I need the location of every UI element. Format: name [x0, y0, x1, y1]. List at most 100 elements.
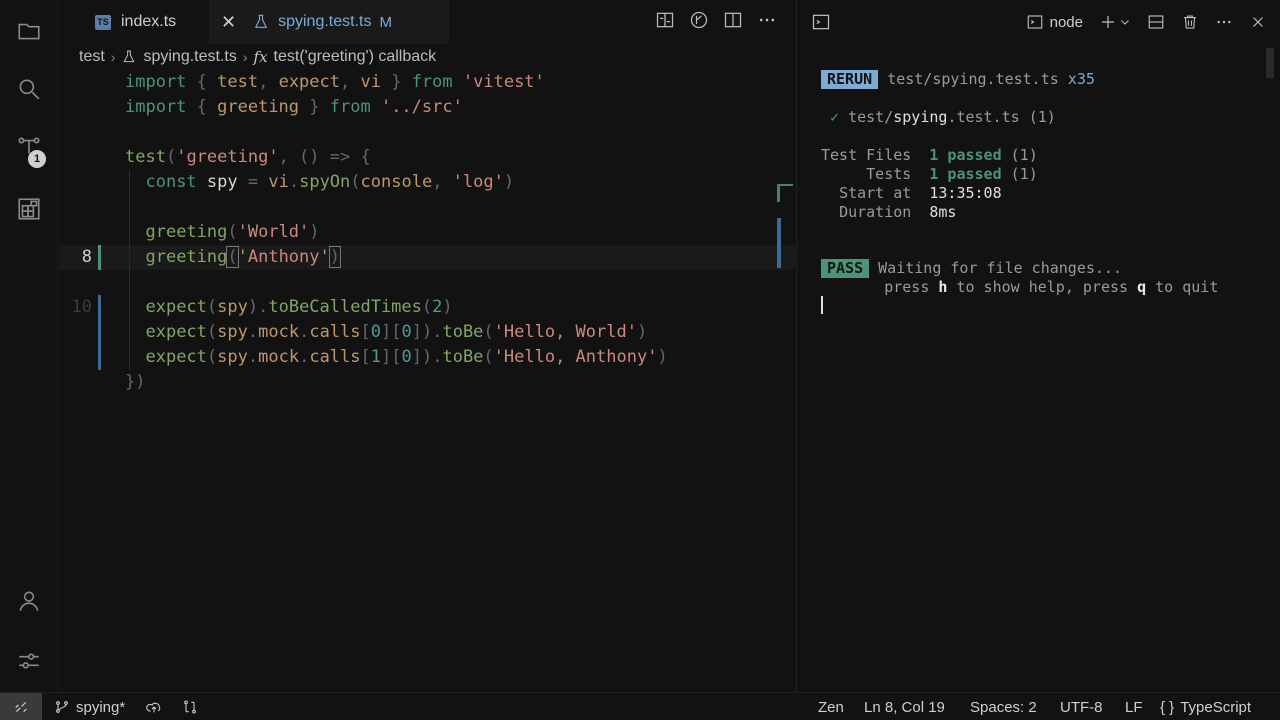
code-token: ): [309, 222, 320, 242]
code-text: import { greeting } from '../src': [125, 95, 463, 120]
terminal-profile[interactable]: node: [1026, 13, 1083, 31]
editor-actions: [655, 10, 777, 30]
code-token: 0: [370, 322, 382, 342]
compare-changes-icon[interactable]: [655, 10, 675, 30]
zen-mode-item[interactable]: Zen: [818, 693, 844, 720]
code-line[interactable]: import { greeting } from '../src': [59, 95, 795, 120]
code-token: [: [360, 347, 371, 367]
trash-icon[interactable]: [1181, 13, 1199, 31]
search-icon[interactable]: [14, 74, 44, 104]
code-text: expect(spy.mock.calls[1][0]).toBe('Hello…: [125, 345, 667, 370]
chevron-right-icon: ›: [110, 49, 116, 65]
code-line[interactable]: 8 greeting('Anthony'): [59, 245, 795, 270]
tab-label: spying.test.ts: [278, 13, 372, 30]
breadcrumb-folder[interactable]: test: [79, 48, 105, 66]
git-change-marker[interactable]: [98, 345, 101, 370]
pass-line: PASS Waiting for file changes...: [821, 259, 1122, 278]
git-change-marker[interactable]: [98, 245, 101, 270]
code-token: greeting: [145, 222, 228, 242]
code-token: .: [247, 347, 259, 367]
code-line[interactable]: [59, 120, 795, 145]
code-token: greeting: [145, 247, 228, 267]
code-line[interactable]: import { test, expect, vi } from 'vitest…: [59, 70, 795, 95]
chevron-right-icon: ›: [242, 49, 248, 65]
code-line[interactable]: expect(spy.mock.calls[1][0]).toBe('Hello…: [59, 345, 795, 370]
indentation[interactable]: Spaces: 2: [970, 693, 1037, 720]
cursor-position[interactable]: Ln 8, Col 19: [864, 693, 945, 720]
more-actions-icon[interactable]: [1215, 13, 1233, 31]
code-token: .: [247, 322, 259, 342]
code-token: }): [125, 372, 146, 392]
code-token: ]).: [411, 347, 443, 367]
code-token: 'World': [237, 222, 310, 242]
code-token: console: [360, 172, 433, 192]
tab-index-ts[interactable]: TS index.ts: [95, 0, 176, 44]
code-token: ): [636, 322, 648, 342]
code-token: spy: [217, 347, 248, 367]
code-line[interactable]: [59, 270, 795, 295]
git-compare-icon: [184, 700, 196, 714]
split-terminal-icon[interactable]: [1147, 13, 1165, 31]
explorer-icon[interactable]: [14, 16, 44, 46]
terminal-icon[interactable]: [811, 12, 831, 32]
code-line[interactable]: }): [59, 370, 795, 395]
split-editor-icon[interactable]: [723, 10, 743, 30]
breadcrumb: test › spying.test.ts › fx test('greetin…: [79, 48, 436, 66]
code-line[interactable]: test('greeting', () => {: [59, 145, 795, 170]
code-text: test('greeting', () => {: [125, 145, 371, 170]
branch-indicator[interactable]: spying*: [54, 693, 125, 720]
typescript-file-icon: TS: [95, 14, 111, 30]
indent-guide: [129, 170, 130, 370]
settings-icon[interactable]: [14, 646, 44, 676]
language-mode[interactable]: { } TypeScript: [1160, 693, 1251, 720]
git-change-marker[interactable]: [98, 320, 101, 345]
summary-tests: Tests 1 passed (1): [866, 165, 1038, 183]
git-change-marker[interactable]: [98, 295, 101, 320]
breadcrumb-symbol[interactable]: test('greeting') callback: [274, 48, 437, 66]
end-of-line[interactable]: LF: [1125, 693, 1143, 720]
close-icon[interactable]: [1249, 13, 1267, 31]
more-actions-icon[interactable]: [757, 10, 777, 30]
code-token: import: [125, 72, 187, 92]
new-terminal-button[interactable]: [1099, 13, 1131, 31]
code-token: calls: [309, 347, 361, 367]
code-token: vi: [268, 172, 289, 192]
check-icon: ✓: [830, 108, 840, 126]
code-token: import: [125, 97, 187, 117]
code-token: ]).: [411, 322, 443, 342]
sync-button[interactable]: [146, 693, 162, 720]
pass-tag: PASS: [821, 259, 870, 278]
close-icon[interactable]: ✕: [221, 12, 236, 33]
function-icon: fx: [253, 48, 268, 66]
line-number: 8: [81, 247, 92, 267]
code-token: 'vitest': [462, 72, 545, 92]
code-token: 'Hello, World': [493, 322, 637, 342]
tab-spying-test-ts[interactable]: ✕ spying.test.ts M: [209, 0, 449, 44]
code-token: (: [206, 322, 218, 342]
breadcrumb-file[interactable]: spying.test.ts: [143, 48, 236, 66]
code-token: toBeCalledTimes: [268, 297, 422, 317]
code-line[interactable]: const spy = vi.spyOn(console, 'log'): [59, 170, 795, 195]
code-line[interactable]: 10 expect(spy).toBeCalledTimes(2): [59, 295, 795, 320]
code-token: ][: [381, 347, 402, 367]
git-compare-button[interactable]: [182, 693, 198, 720]
terminal-scrollbar[interactable]: [1266, 48, 1274, 78]
code-line[interactable]: [59, 195, 795, 220]
account-icon[interactable]: [14, 586, 44, 616]
summary-start: Start at 13:35:08: [839, 184, 1002, 202]
code-token: (: [226, 246, 239, 268]
terminal-panel: node RERUN test/spying.test.ts x35 ✓ tes…: [796, 0, 1280, 692]
git-graph-icon[interactable]: [689, 10, 709, 30]
code-token: 1: [370, 347, 382, 367]
encoding[interactable]: UTF-8: [1060, 693, 1103, 720]
code-line[interactable]: greeting('World'): [59, 220, 795, 245]
remote-indicator[interactable]: [0, 693, 42, 720]
code-token: from: [329, 97, 371, 117]
code-line[interactable]: expect(spy.mock.calls[0][0]).toBe('Hello…: [59, 320, 795, 345]
extensions-icon[interactable]: [14, 194, 44, 224]
code-token: spyOn: [299, 172, 351, 192]
modified-indicator: M: [379, 13, 392, 31]
code-token: 0: [401, 347, 412, 367]
code-token: ): [442, 297, 453, 317]
